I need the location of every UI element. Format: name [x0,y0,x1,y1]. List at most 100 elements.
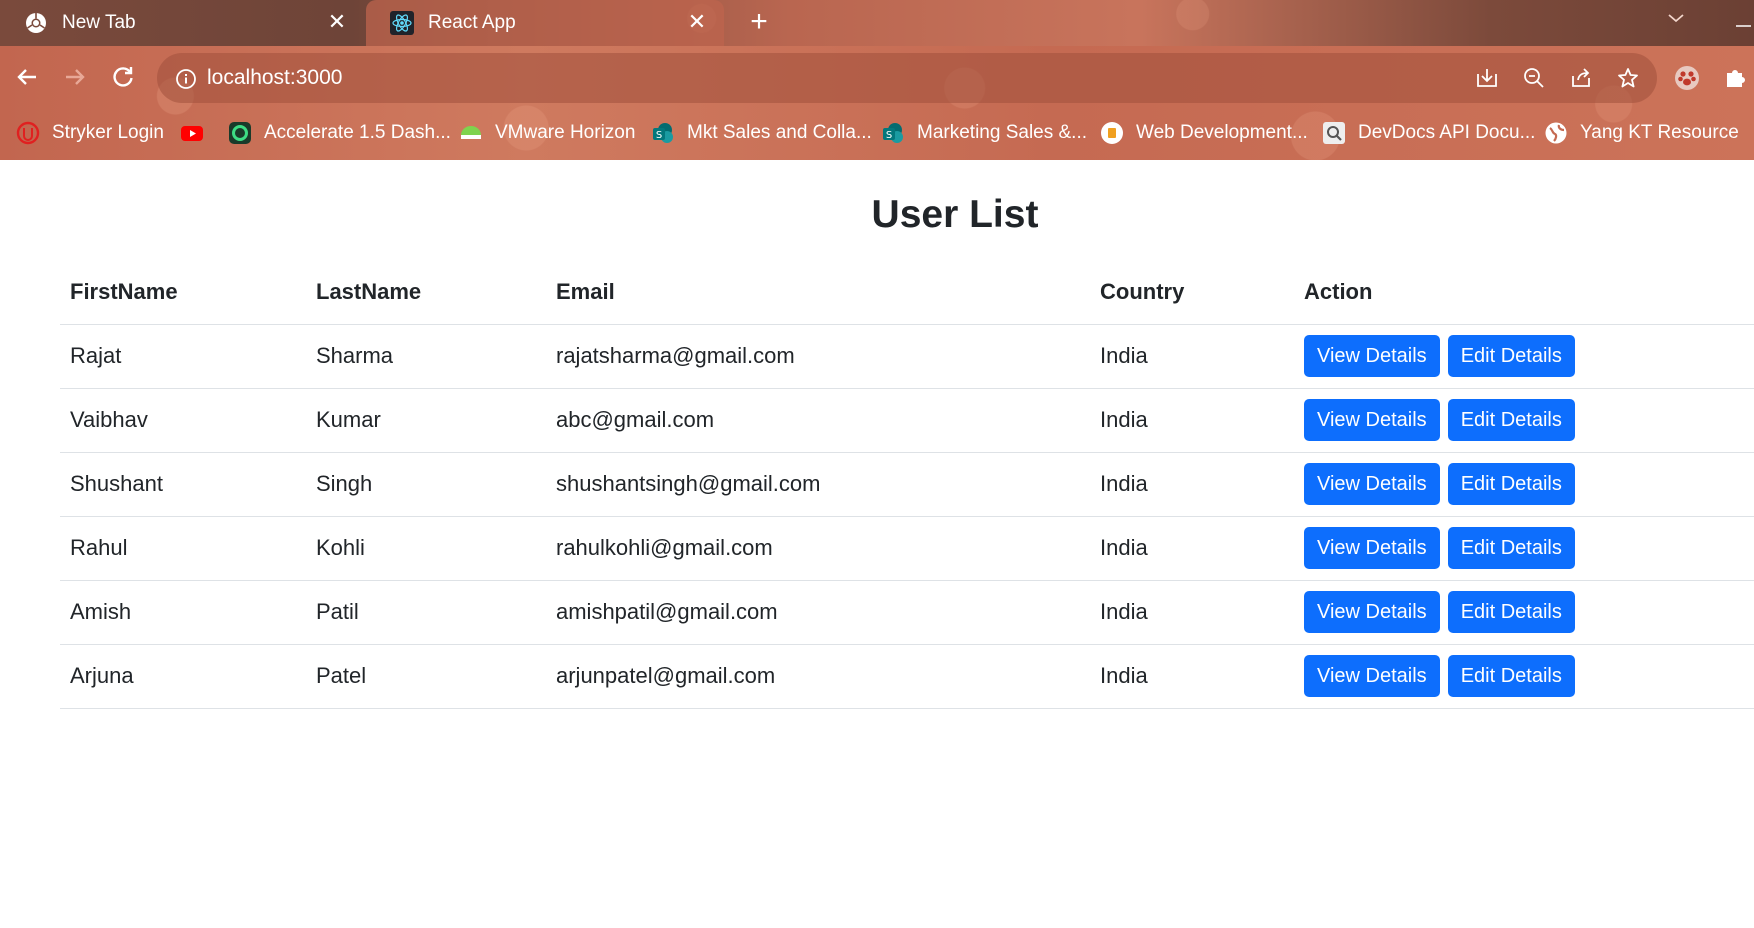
table-row: Vaibhav Kumar abc@gmail.com India View D… [60,388,1754,453]
cell-email: shushantsingh@gmail.com [546,452,1090,517]
bookmark-label: Web Development... [1136,122,1308,143]
header-country: Country [1090,260,1294,325]
bookmark-yang-kt[interactable]: Yang KT Resource [1544,118,1739,148]
edit-details-button[interactable]: Edit Details [1447,463,1575,505]
bookmark-youtube[interactable] [180,118,216,148]
table-row: Shushant Singh shushantsingh@gmail.com I… [60,452,1754,517]
cell-action: View Details Edit Details [1294,324,1754,389]
close-tab-icon[interactable]: ✕ [686,11,708,33]
chrome-icon [24,11,48,35]
tab-strip: New Tab ✕ React App ✕ + [0,0,1754,46]
minimize-icon[interactable] [1733,8,1754,32]
cell-email: rahulkohli@gmail.com [546,516,1090,581]
view-details-button[interactable]: View Details [1304,399,1440,441]
cell-country: India [1090,324,1294,389]
forward-arrow-icon[interactable] [58,60,92,94]
bookmark-mkt-sales[interactable]: S Mkt Sales and Colla... [651,118,872,148]
bookmark-label: Accelerate 1.5 Dash... [264,122,451,143]
table-header-row: FirstName LastName Email Country Action [60,260,1754,325]
bookmark-label: Mkt Sales and Colla... [687,122,872,143]
view-details-button[interactable]: View Details [1304,591,1440,633]
globe-icon [1544,121,1568,145]
bookmark-label: VMware Horizon [495,122,636,143]
cell-country: India [1090,516,1294,581]
cell-email: arjunpatel@gmail.com [546,644,1090,709]
share-icon[interactable] [1568,65,1594,91]
extension-paw-icon[interactable] [1673,64,1701,92]
bookmark-accelerate[interactable]: Accelerate 1.5 Dash... [228,118,451,148]
bookmark-devdocs[interactable]: DevDocs API Docu... [1322,118,1535,148]
bookmark-stryker-login[interactable]: Stryker Login [16,118,164,148]
edit-details-button[interactable]: Edit Details [1447,399,1575,441]
header-email: Email [546,260,1090,325]
devdocs-icon [1322,121,1346,145]
address-bar[interactable]: localhost:3000 [157,53,1657,103]
reload-icon[interactable] [106,60,140,94]
webdev-icon [1100,121,1124,145]
bookmark-label: Stryker Login [52,122,164,143]
edit-details-button[interactable]: Edit Details [1447,591,1575,633]
header-lastname: LastName [306,260,546,325]
header-firstname: FirstName [60,260,306,325]
table-row: Rahul Kohli rahulkohli@gmail.com India V… [60,516,1754,581]
vmware-icon [459,121,483,145]
view-details-button[interactable]: View Details [1304,463,1440,505]
cell-lastname: Kumar [306,388,546,453]
view-details-button[interactable]: View Details [1304,655,1440,697]
tab-react-app[interactable]: React App ✕ [366,0,724,46]
edit-details-button[interactable]: Edit Details [1447,655,1575,697]
view-details-button[interactable]: View Details [1304,527,1440,569]
bookmark-vmware[interactable]: VMware Horizon [459,118,635,148]
cell-firstname: Arjuna [60,644,306,709]
svg-text:S: S [656,130,662,141]
bookmark-web-development[interactable]: Web Development... [1100,118,1308,148]
new-tab-plus-icon[interactable]: + [744,7,774,38]
table-row: Rajat Sharma rajatsharma@gmail.com India… [60,324,1754,389]
chevron-down-icon[interactable] [1664,6,1688,30]
page-content: User List FirstName LastName Email Count… [0,160,1754,928]
cell-country: India [1090,644,1294,709]
close-tab-icon[interactable]: ✕ [326,11,348,33]
cell-firstname: Shushant [60,452,306,517]
zoom-icon[interactable] [1521,65,1547,91]
bookmark-marketing-sales[interactable]: S Marketing Sales &... [881,118,1087,148]
bookmark-star-icon[interactable] [1615,65,1641,91]
stryker-icon [16,121,40,145]
install-app-icon[interactable] [1474,65,1500,91]
view-details-button[interactable]: View Details [1304,335,1440,377]
tab-new-tab[interactable]: New Tab ✕ [0,0,364,46]
react-icon [390,11,414,35]
users-table: FirstName LastName Email Country Action … [60,260,1754,709]
cell-action: View Details Edit Details [1294,452,1754,517]
cell-lastname: Sharma [306,324,546,389]
youtube-icon [180,121,204,145]
url-text[interactable]: localhost:3000 [207,66,342,90]
header-action: Action [1294,260,1754,325]
cell-firstname: Rahul [60,516,306,581]
browser-toolbar: localhost:3000 [0,46,1754,108]
back-arrow-icon[interactable] [10,60,44,94]
site-info-icon[interactable] [175,68,197,90]
cell-lastname: Singh [306,452,546,517]
cell-action: View Details Edit Details [1294,580,1754,645]
cell-country: India [1090,580,1294,645]
bookmarks-bar: Stryker Login Accelerate 1.5 Dash... VMw… [0,110,1754,160]
cell-action: View Details Edit Details [1294,388,1754,453]
cell-action: View Details Edit Details [1294,516,1754,581]
cell-lastname: Patel [306,644,546,709]
bookmark-label: Yang KT Resource [1580,122,1739,143]
cell-lastname: Kohli [306,516,546,581]
tab-title: New Tab [62,12,136,33]
cell-action: View Details Edit Details [1294,644,1754,709]
edit-details-button[interactable]: Edit Details [1447,527,1575,569]
edit-details-button[interactable]: Edit Details [1447,335,1575,377]
cell-lastname: Patil [306,580,546,645]
cell-email: abc@gmail.com [546,388,1090,453]
sharepoint-icon: S [651,121,675,145]
tab-title: React App [428,12,516,33]
page-title: User List [871,193,1039,236]
extensions-puzzle-icon[interactable] [1722,64,1750,92]
cell-firstname: Amish [60,580,306,645]
cell-email: rajatsharma@gmail.com [546,324,1090,389]
cell-country: India [1090,452,1294,517]
